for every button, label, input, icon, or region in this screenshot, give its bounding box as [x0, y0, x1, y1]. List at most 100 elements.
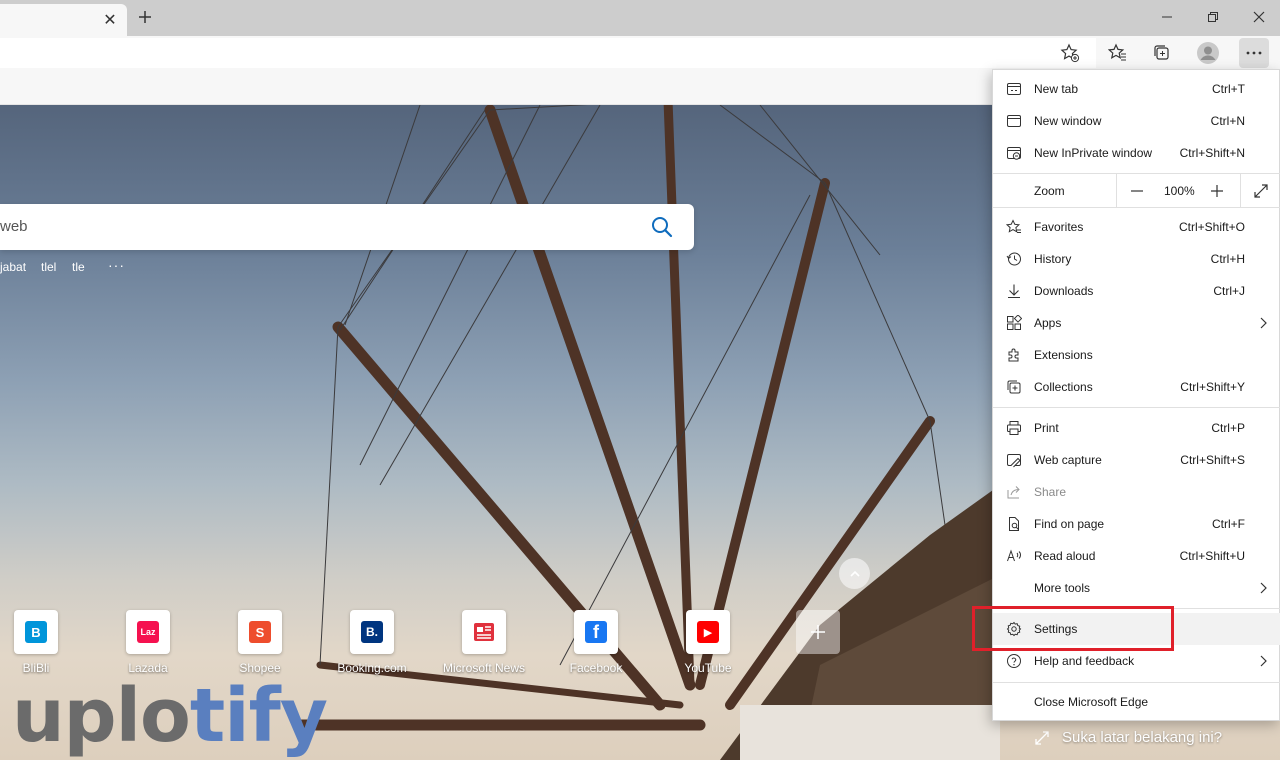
menu-item-read-aloud[interactable]: Read aloud Ctrl+Shift+U — [993, 540, 1280, 572]
menu-item-collections[interactable]: Collections Ctrl+Shift+Y — [993, 371, 1280, 403]
menu-item-label: Help and feedback — [1034, 654, 1135, 668]
microsoft-news-icon — [474, 623, 494, 641]
zoom-divider — [1240, 174, 1241, 207]
collapse-page-button[interactable] — [839, 558, 870, 589]
add-favorite-button[interactable] — [1055, 38, 1085, 68]
quick-link-youtube[interactable]: ▶ YouTube — [658, 610, 758, 675]
menu-item-shortcut: Ctrl+Shift+O — [1178, 220, 1245, 234]
web-search-box[interactable]: web — [0, 204, 694, 250]
menu-item-shortcut: Ctrl+Shift+Y — [1180, 380, 1245, 394]
quick-link-tile[interactable]: Laz — [126, 610, 170, 654]
quick-link-tile[interactable] — [462, 610, 506, 654]
menu-item-extensions[interactable]: Extensions — [993, 339, 1280, 371]
menu-divider — [993, 407, 1280, 408]
menu-item-new-tab[interactable]: New tab Ctrl+T — [993, 73, 1280, 105]
menu-item-downloads[interactable]: Downloads Ctrl+J — [993, 275, 1280, 307]
minus-icon — [1131, 190, 1143, 192]
find-icon — [1005, 515, 1023, 533]
zoom-out-button[interactable] — [1124, 178, 1150, 204]
minimize-button[interactable] — [1152, 4, 1182, 30]
tab-close-icon[interactable]: ✕ — [101, 11, 119, 29]
profile-button[interactable] — [1193, 38, 1223, 68]
menu-item-favorites[interactable]: Favorites Ctrl+Shift+O — [993, 211, 1280, 243]
full-screen-button[interactable] — [1248, 178, 1274, 204]
menu-item-label: Read aloud — [1034, 549, 1096, 563]
menu-item-label: Collections — [1034, 380, 1093, 394]
zoom-in-button[interactable] — [1204, 178, 1230, 204]
quick-link-tile[interactable]: B — [14, 610, 58, 654]
menu-divider — [993, 207, 1280, 208]
menu-item-find-on-page[interactable]: Find on page Ctrl+F — [993, 508, 1280, 540]
extensions-icon — [1005, 346, 1023, 364]
menu-item-share: Share — [993, 476, 1280, 508]
menu-item-shortcut: Ctrl+F — [1212, 517, 1245, 531]
zoom-level: 100% — [1164, 184, 1195, 198]
menu-item-shortcut: Ctrl+T — [1212, 82, 1245, 96]
read-aloud-icon — [1005, 547, 1023, 565]
search-icon[interactable] — [650, 215, 674, 239]
share-icon — [1005, 483, 1023, 501]
menu-item-shortcut: Ctrl+J — [1213, 284, 1245, 298]
menu-item-close-microsoft-edge[interactable]: Close Microsoft Edge — [993, 686, 1280, 718]
settings-and-more-button[interactable] — [1239, 38, 1269, 68]
new-tab-button[interactable] — [134, 6, 156, 28]
menu-item-more-tools[interactable]: More tools — [993, 572, 1280, 604]
chevron-up-icon — [849, 570, 860, 577]
quick-link-blibli[interactable]: B BliBli — [0, 610, 86, 675]
trending-search-link[interactable]: jabat — [0, 260, 26, 274]
quick-link-tile[interactable]: S — [238, 610, 282, 654]
quick-link-booking[interactable]: B. Booking.com — [322, 610, 422, 675]
restore-button[interactable] — [1198, 4, 1228, 30]
uplotify-watermark-logo: uplotify — [12, 673, 328, 759]
quick-link-shopee[interactable]: S Shopee — [210, 610, 310, 675]
chevron-right-icon — [1260, 655, 1267, 667]
quick-link-tile[interactable]: B. — [350, 610, 394, 654]
favorites-button[interactable] — [1103, 38, 1133, 68]
help-icon — [1005, 652, 1023, 670]
quick-link-facebook[interactable]: f Facebook — [546, 610, 646, 675]
quick-link-microsoft-news[interactable]: Microsoft News — [434, 610, 534, 675]
menu-item-new-window[interactable]: New window Ctrl+N — [993, 105, 1280, 137]
quick-link-tile[interactable]: f — [574, 610, 618, 654]
quick-link-tile[interactable]: ▶ — [686, 610, 730, 654]
menu-item-shortcut: Ctrl+Shift+S — [1180, 453, 1245, 467]
menu-item-print[interactable]: Print Ctrl+P — [993, 412, 1280, 444]
more-trending-button[interactable]: ··· — [108, 257, 125, 273]
background-feedback-link[interactable]: Suka latar belakang ini? — [1034, 729, 1222, 746]
menu-item-history[interactable]: History Ctrl+H — [993, 243, 1280, 275]
menu-item-apps[interactable]: Apps — [993, 307, 1280, 339]
menu-item-label: Find on page — [1034, 517, 1105, 531]
menu-item-shortcut: Ctrl+H — [1210, 252, 1245, 266]
menu-item-web-capture[interactable]: Web capture Ctrl+Shift+S — [993, 444, 1280, 476]
close-window-button[interactable] — [1244, 4, 1274, 30]
menu-item-label: Web capture — [1034, 453, 1102, 467]
add-site-button[interactable] — [796, 610, 840, 654]
close-icon — [1253, 11, 1265, 23]
collections-icon — [1154, 45, 1169, 60]
browser-tab[interactable]: ✕ — [0, 4, 127, 36]
menu-item-shortcut: Ctrl+P — [1211, 421, 1245, 435]
menu-item-label: Favorites — [1034, 220, 1084, 234]
trending-search-link[interactable]: tle — [72, 260, 85, 274]
chevron-right-icon — [1260, 317, 1267, 329]
minimize-icon — [1162, 16, 1172, 18]
shopee-icon: S — [249, 621, 271, 643]
add-favorite-icon — [1060, 43, 1080, 63]
add-quick-link[interactable] — [768, 610, 868, 654]
more-icon — [1246, 51, 1262, 55]
menu-item-label: New window — [1034, 114, 1102, 128]
trending-search-link[interactable]: tlel — [41, 260, 56, 274]
quick-link-lazada[interactable]: Laz Lazada — [98, 610, 198, 675]
menu-item-label: New InPrivate window — [1034, 146, 1153, 160]
menu-item-new-inprivate-window[interactable]: New InPrivate window Ctrl+Shift+N — [993, 137, 1280, 169]
menu-item-shortcut: Ctrl+N — [1210, 114, 1245, 128]
plus-icon — [811, 625, 825, 639]
menu-item-label: Share — [1034, 485, 1067, 499]
restore-icon — [1208, 12, 1218, 22]
collections-button[interactable] — [1147, 38, 1177, 68]
quick-link-label: Booking.com — [337, 661, 407, 675]
address-bar[interactable] — [0, 38, 1096, 68]
zoom-divider — [1116, 174, 1117, 207]
quick-link-label: Facebook — [569, 661, 623, 675]
menu-item-label: History — [1034, 252, 1072, 266]
